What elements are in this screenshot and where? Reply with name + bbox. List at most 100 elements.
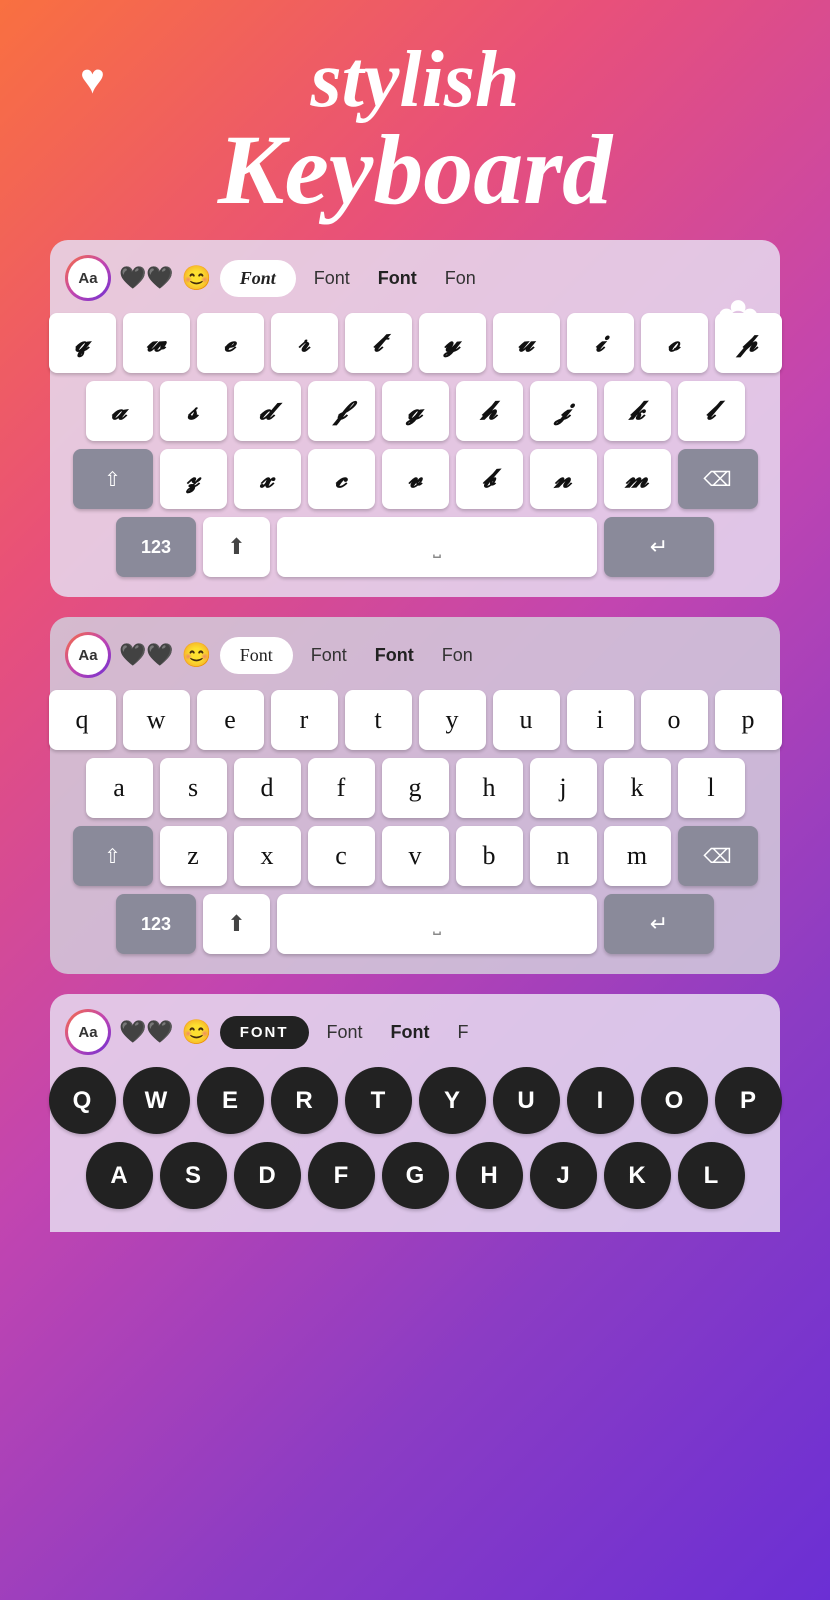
- key-b-2[interactable]: b: [456, 826, 523, 886]
- key-l-1[interactable]: 𝓵: [678, 381, 745, 441]
- key-s-1[interactable]: 𝓼: [160, 381, 227, 441]
- key-Y-3[interactable]: Y: [419, 1067, 486, 1134]
- space-key-2[interactable]: ⎵: [277, 894, 597, 954]
- key-v-1[interactable]: 𝓿: [382, 449, 449, 509]
- keyboard-2-toolbar: Aa 🖤🖤 😊 Font Font Font Fon: [60, 632, 770, 678]
- key-m-1[interactable]: 𝓶: [604, 449, 671, 509]
- key-K-3[interactable]: K: [604, 1142, 671, 1209]
- key-R-3[interactable]: R: [271, 1067, 338, 1134]
- return-key-1[interactable]: ↵: [604, 517, 714, 577]
- key-u-1[interactable]: 𝓾: [493, 313, 560, 373]
- bottom-row-2: 123 ⬆ ⎵ ↵: [60, 894, 770, 954]
- key-q-2[interactable]: q: [49, 690, 116, 750]
- key-O-3[interactable]: O: [641, 1067, 708, 1134]
- key-T-3[interactable]: T: [345, 1067, 412, 1134]
- key-c-2[interactable]: c: [308, 826, 375, 886]
- key-u-2[interactable]: u: [493, 690, 560, 750]
- backspace-key-2[interactable]: ⌫: [678, 826, 758, 886]
- keyboard-3: Aa 🖤🖤 😊 FONT Font Font F Q W E R T Y U I…: [50, 994, 780, 1232]
- space-key-1[interactable]: ⎵: [277, 517, 597, 577]
- key-E-3[interactable]: E: [197, 1067, 264, 1134]
- shift-key-1[interactable]: ⇧: [73, 449, 153, 509]
- key-t-2[interactable]: t: [345, 690, 412, 750]
- key-q-1[interactable]: 𝓺: [49, 313, 116, 373]
- font-tab-4-3[interactable]: F: [448, 1014, 479, 1051]
- key-f-2[interactable]: f: [308, 758, 375, 818]
- key-a-2[interactable]: a: [86, 758, 153, 818]
- font-tab-2-1[interactable]: Font: [304, 260, 360, 297]
- key-Q-3[interactable]: Q: [49, 1067, 116, 1134]
- key-d-1[interactable]: 𝓭: [234, 381, 301, 441]
- key-k-2[interactable]: k: [604, 758, 671, 818]
- share-key-1[interactable]: ⬆: [203, 517, 270, 577]
- font-tab-active-3[interactable]: FONT: [220, 1016, 309, 1049]
- font-tab-active-1[interactable]: Font: [220, 260, 296, 297]
- num-key-2[interactable]: 123: [116, 894, 196, 954]
- key-p-2[interactable]: p: [715, 690, 782, 750]
- key-x-1[interactable]: 𝔁: [234, 449, 301, 509]
- key-h-1[interactable]: 𝓱: [456, 381, 523, 441]
- key-z-1[interactable]: 𝔃: [160, 449, 227, 509]
- key-y-1[interactable]: 𝔂: [419, 313, 486, 373]
- return-key-2[interactable]: ↵: [604, 894, 714, 954]
- key-J-3[interactable]: J: [530, 1142, 597, 1209]
- aa-button-1[interactable]: Aa: [65, 255, 111, 301]
- key-c-1[interactable]: 𝓬: [308, 449, 375, 509]
- key-j-1[interactable]: 𝓳: [530, 381, 597, 441]
- font-tab-2-3[interactable]: Font: [317, 1014, 373, 1051]
- key-z-2[interactable]: z: [160, 826, 227, 886]
- key-H-3[interactable]: H: [456, 1142, 523, 1209]
- key-n-1[interactable]: 𝓷: [530, 449, 597, 509]
- key-x-2[interactable]: x: [234, 826, 301, 886]
- shift-key-2[interactable]: ⇧: [73, 826, 153, 886]
- key-L-3[interactable]: L: [678, 1142, 745, 1209]
- aa-button-2[interactable]: Aa: [65, 632, 111, 678]
- key-g-1[interactable]: 𝓰: [382, 381, 449, 441]
- key-i-1[interactable]: 𝓲: [567, 313, 634, 373]
- key-r-1[interactable]: 𝓻: [271, 313, 338, 373]
- key-F-3[interactable]: F: [308, 1142, 375, 1209]
- key-A-3[interactable]: A: [86, 1142, 153, 1209]
- key-U-3[interactable]: U: [493, 1067, 560, 1134]
- key-r-2[interactable]: r: [271, 690, 338, 750]
- key-i-2[interactable]: i: [567, 690, 634, 750]
- key-k-1[interactable]: 𝓴: [604, 381, 671, 441]
- key-h-2[interactable]: h: [456, 758, 523, 818]
- share-key-2[interactable]: ⬆: [203, 894, 270, 954]
- font-tab-4-1[interactable]: Fon: [435, 260, 486, 297]
- key-v-2[interactable]: v: [382, 826, 449, 886]
- font-tab-3-1[interactable]: Font: [368, 260, 427, 297]
- key-w-2[interactable]: w: [123, 690, 190, 750]
- key-w-1[interactable]: 𝔀: [123, 313, 190, 373]
- key-a-1[interactable]: 𝓪: [86, 381, 153, 441]
- key-m-2[interactable]: m: [604, 826, 671, 886]
- font-tab-4-2[interactable]: Fon: [432, 637, 483, 674]
- key-s-2[interactable]: s: [160, 758, 227, 818]
- key-y-2[interactable]: y: [419, 690, 486, 750]
- font-tab-3-2[interactable]: Font: [365, 637, 424, 674]
- backspace-key-1[interactable]: ⌫: [678, 449, 758, 509]
- key-n-2[interactable]: n: [530, 826, 597, 886]
- key-o-1[interactable]: 𝓸: [641, 313, 708, 373]
- key-e-1[interactable]: 𝓮: [197, 313, 264, 373]
- key-t-1[interactable]: 𝓽: [345, 313, 412, 373]
- key-g-2[interactable]: g: [382, 758, 449, 818]
- key-e-2[interactable]: e: [197, 690, 264, 750]
- key-I-3[interactable]: I: [567, 1067, 634, 1134]
- aa-button-3[interactable]: Aa: [65, 1009, 111, 1055]
- font-tab-3-3[interactable]: Font: [381, 1014, 440, 1051]
- key-G-3[interactable]: G: [382, 1142, 449, 1209]
- key-d-2[interactable]: d: [234, 758, 301, 818]
- key-P-3[interactable]: P: [715, 1067, 782, 1134]
- key-S-3[interactable]: S: [160, 1142, 227, 1209]
- key-o-2[interactable]: o: [641, 690, 708, 750]
- font-tab-active-2[interactable]: Font: [220, 637, 293, 674]
- key-b-1[interactable]: 𝓫: [456, 449, 523, 509]
- key-W-3[interactable]: W: [123, 1067, 190, 1134]
- font-tab-2-2[interactable]: Font: [301, 637, 357, 674]
- num-key-1[interactable]: 123: [116, 517, 196, 577]
- key-f-1[interactable]: 𝓯: [308, 381, 375, 441]
- key-D-3[interactable]: D: [234, 1142, 301, 1209]
- key-j-2[interactable]: j: [530, 758, 597, 818]
- key-l-2[interactable]: l: [678, 758, 745, 818]
